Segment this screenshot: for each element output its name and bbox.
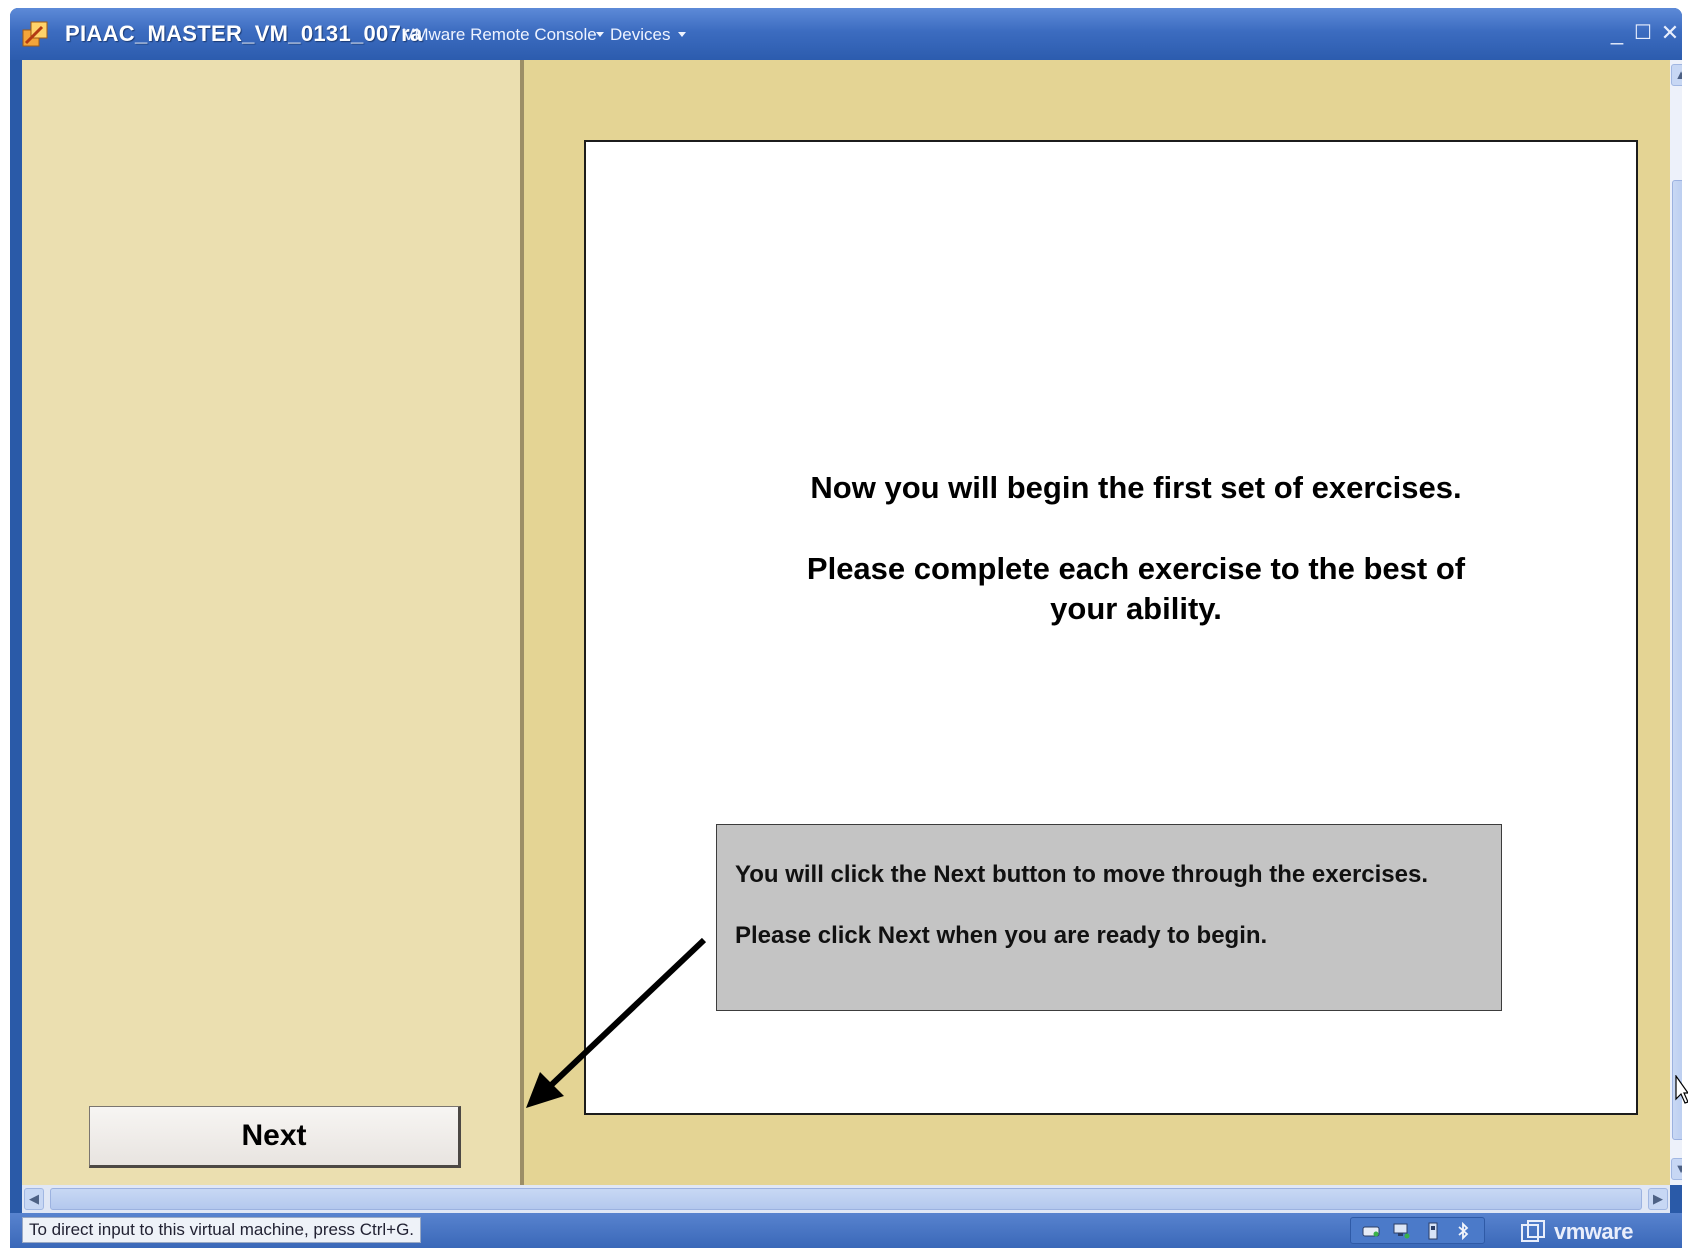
status-bar: To direct input to this virtual machine,… bbox=[10, 1213, 1682, 1248]
device-tray bbox=[1350, 1217, 1485, 1244]
horizontal-scrollbar[interactable]: ◀ ▶ bbox=[22, 1185, 1670, 1213]
menu-devices[interactable]: Devices bbox=[610, 25, 670, 45]
mouse-cursor-icon bbox=[1675, 1075, 1688, 1104]
menu-vmware-remote-console[interactable]: VMware Remote Console bbox=[403, 25, 597, 45]
scroll-right-icon[interactable]: ▶ bbox=[1648, 1188, 1668, 1210]
maximize-icon[interactable]: ☐ bbox=[1632, 22, 1654, 44]
scroll-down-icon[interactable]: ▼ bbox=[1671, 1158, 1682, 1180]
vm-display[interactable]: Next Now you will begin the first set of… bbox=[22, 60, 1670, 1185]
vmware-logo-icon bbox=[1521, 1220, 1545, 1242]
next-button[interactable]: Next bbox=[89, 1106, 461, 1168]
chevron-down-icon[interactable] bbox=[596, 32, 604, 37]
pointer-arrow-icon bbox=[526, 937, 707, 1108]
hint-line: You will click the Next button to move t… bbox=[735, 861, 1429, 888]
instruction-heading: Now you will begin the first set of exer… bbox=[810, 470, 1462, 505]
hint-box: You will click the Next button to move t… bbox=[716, 824, 1502, 1011]
minimize-icon[interactable]: _ bbox=[1606, 22, 1628, 44]
hint-line: Please click Next when you are ready to … bbox=[735, 922, 1268, 949]
usb-icon[interactable] bbox=[1423, 1222, 1443, 1240]
exercise-card: Now you will begin the first set of exer… bbox=[584, 140, 1638, 1115]
bluetooth-icon[interactable] bbox=[1453, 1222, 1473, 1240]
vertical-scroll-thumb[interactable] bbox=[1672, 180, 1682, 1140]
scroll-left-icon[interactable]: ◀ bbox=[24, 1188, 44, 1210]
vertical-scrollbar[interactable]: ▲ ▼ bbox=[1670, 60, 1682, 1185]
close-icon[interactable]: ✕ bbox=[1659, 22, 1681, 44]
chevron-down-icon[interactable] bbox=[678, 32, 686, 37]
vmware-console-window: PIAAC_MASTER_VM_0131_007ra VMware Remote… bbox=[10, 8, 1682, 1248]
navigation-panel: Next bbox=[22, 60, 520, 1185]
horizontal-scroll-thumb[interactable] bbox=[50, 1188, 1642, 1210]
hard-disk-icon[interactable] bbox=[1361, 1222, 1381, 1240]
instruction-subheading: Please complete each exercise to the bes… bbox=[806, 551, 1466, 626]
window-title: PIAAC_MASTER_VM_0131_007ra bbox=[65, 21, 423, 46]
vmware-logo-text: vmware bbox=[1554, 1219, 1633, 1244]
title-bar[interactable]: PIAAC_MASTER_VM_0131_007ra VMware Remote… bbox=[10, 8, 1682, 60]
status-message: To direct input to this virtual machine,… bbox=[22, 1217, 422, 1243]
scroll-up-icon[interactable]: ▲ bbox=[1671, 64, 1682, 86]
vmware-app-icon bbox=[22, 21, 48, 47]
network-icon[interactable] bbox=[1391, 1222, 1411, 1240]
